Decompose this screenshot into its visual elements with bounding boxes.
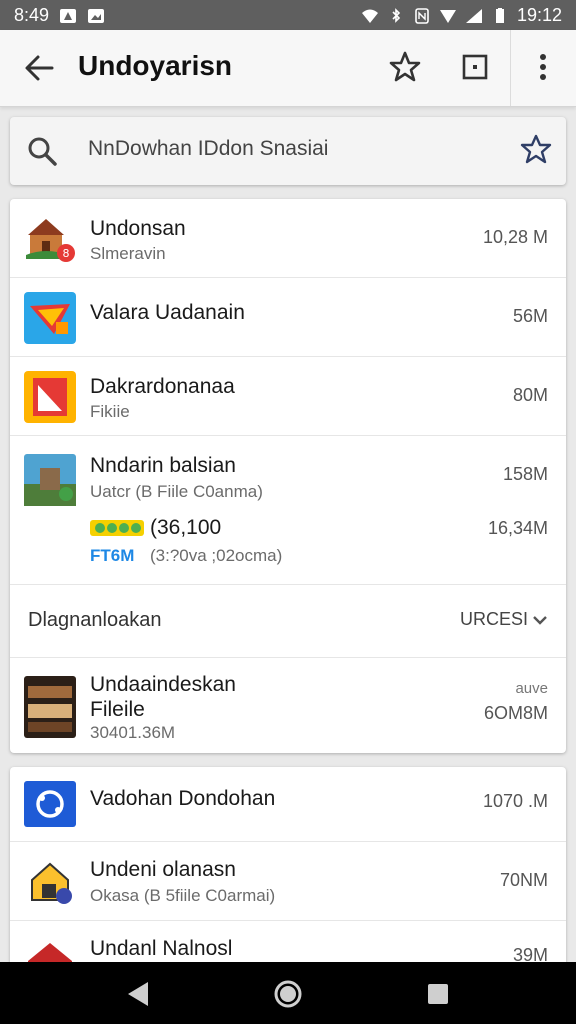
triangle-back-icon[interactable] [122,978,154,1010]
app-extra-value: (36,100 [150,516,222,539]
section-title: Dlagnanloakan [28,609,162,631]
sort-dropdown[interactable]: URCESI [460,609,548,630]
progress-chip-icon [90,520,144,536]
app-name: Undanl Nalnosl [90,937,233,960]
square-recents-icon[interactable] [422,978,454,1010]
app-detail: 30401.36M [90,723,176,742]
battery-icon [495,7,504,23]
app-extra-badge: FT6M [90,546,135,565]
app-name: Undaaindeskan [90,673,236,696]
castle-app-icon: 8 [26,219,75,262]
paper-plane-app-icon [24,292,76,344]
notification-icon [60,8,77,23]
sort-label: URCESI [459,609,528,629]
app-bar: Undoyarisn [0,30,576,107]
app-size: 6OM8M [483,703,548,723]
search-icon [28,137,57,166]
document-app-icon [24,371,76,423]
house-app-icon [31,862,72,904]
search-input[interactable]: NnDowhan IDdon Snasiai [88,137,328,161]
game-app-icon [24,676,76,738]
square-icon[interactable] [458,50,492,84]
app-subtitle: Uatcr (B Fiile C0anma) [90,482,263,501]
app-name: Dakrardonanaa [90,375,235,398]
svg-text:8: 8 [63,247,70,260]
app-list-card: 8 Undonsan Slmeravin 10,28 M Valara Uada… [10,199,566,753]
app-subtitle: Slmeravin [90,244,166,263]
app-name: Undeni olanasn [90,858,236,881]
app-name: Valara Uadanain [90,301,245,324]
favorite-star-icon[interactable] [520,133,552,165]
app-name: Nndarin balsian [90,454,236,477]
signal-icon [439,9,456,23]
back-arrow-icon[interactable] [22,52,56,84]
search-bar[interactable]: NnDowhan IDdon Snasiai [10,117,566,185]
list-item[interactable]: 8 Undonsan Slmeravin 10,28 M [10,199,566,278]
app-size: 1070 .M [482,791,548,811]
app-size: 10,28 M [482,227,548,247]
page-title: Undoyarisn [78,50,233,81]
list-item[interactable]: Dakrardonanaa Fikiie 80M [10,357,566,436]
app-list-card-2: Vadohan Dondohan 1070 .M Undeni olanasn … [10,767,566,967]
app-subtitle: Okasa (B 5fiile C0armai) [90,886,276,905]
sync-app-icon [24,781,76,827]
app-size: 56M [512,306,548,326]
status-bar: 8:49 19:12 [0,0,576,30]
app-name: Undonsan [90,217,186,240]
list-item[interactable]: Valara Uadanain 56M [10,278,566,357]
star-icon[interactable] [388,50,422,84]
app-subtitle: Fileile [90,698,145,721]
status-clock: 19:12 [516,5,562,25]
list-item[interactable]: Vadohan Dondohan 1070 .M [10,767,566,842]
app-subtitle: Fikiie [90,402,130,421]
more-vert-icon[interactable] [526,50,560,84]
app-size: 70NM [499,870,548,890]
app-bar-divider [510,30,511,106]
app-size: 80M [512,385,548,405]
status-time: 8:49 [14,5,50,25]
chevron-down-icon [533,615,547,625]
app-name: Vadohan Dondohan [90,787,276,810]
list-item[interactable]: Undeni olanasn Okasa (B 5fiile C0armai) … [10,842,566,921]
app-status: auve [515,680,548,697]
list-item[interactable]: Nndarin balsian Uatcr (B Fiile C0anma) 1… [10,436,566,585]
nfc-icon [415,7,429,24]
app-extra-size: 16,34M [487,518,548,538]
section-header: Dlagnanloakan URCESI [10,585,566,658]
list-item[interactable]: Undaaindeskan Fileile 30401.36M auve 6OM… [10,658,566,753]
bluetooth-icon [392,7,401,23]
cellular-icon [465,8,482,23]
system-nav-bar [0,962,576,1024]
app-extra-subtitle: (3:?0va ;02ocma) [150,546,283,565]
wifi-icon [361,9,378,23]
image-notification-icon [88,8,105,23]
list-item[interactable]: Undanl Nalnosl 39M [10,921,566,967]
circle-home-icon[interactable] [272,978,304,1010]
photo-app-icon [24,454,76,506]
app-size: 158M [502,464,548,484]
